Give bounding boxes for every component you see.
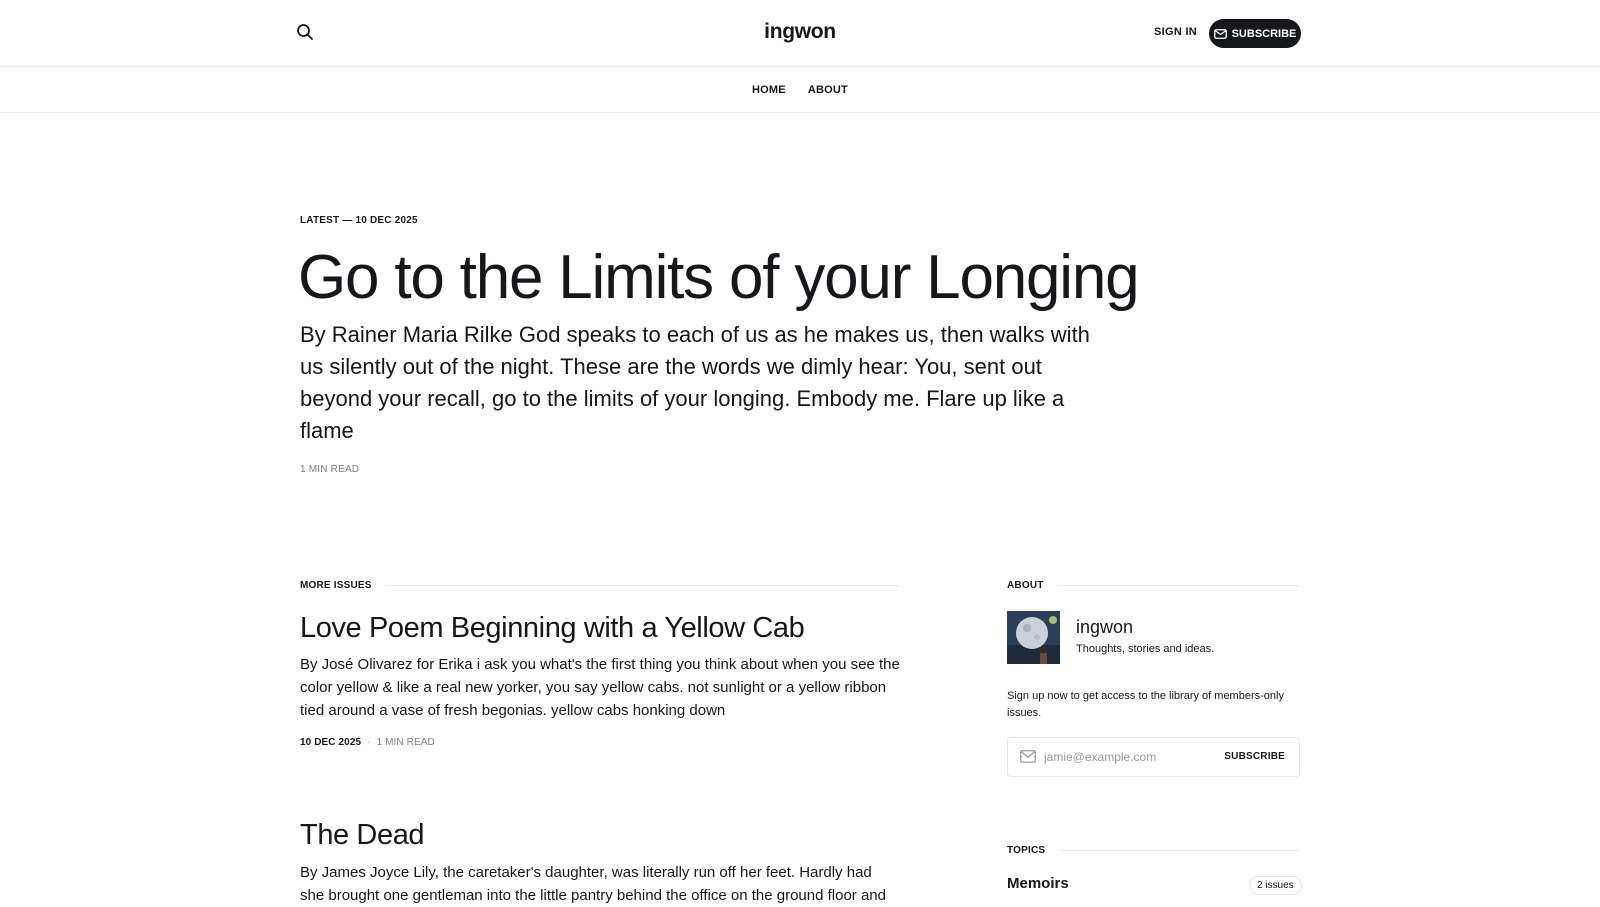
more-issues-label: MORE ISSUES (300, 580, 372, 591)
about-description: Thoughts, stories and ideas. (1076, 643, 1215, 655)
subscribe-form: SUBSCRIBE (1007, 737, 1300, 777)
subscribe-button-label: SUBSCRIBE (1231, 27, 1297, 40)
post-read-time: 1 MIN READ (376, 737, 435, 748)
meta-separator: · (367, 737, 371, 748)
post-date: 10 DEC 2025 (300, 737, 362, 748)
post-title[interactable]: The Dead (300, 817, 425, 853)
hero-meta: LATEST — 10 DEC 2025 (300, 215, 418, 226)
divider (385, 585, 900, 586)
topic-link[interactable]: Memoirs (1007, 875, 1069, 892)
divider (1059, 850, 1300, 851)
hero-title[interactable]: Go to the Limits of your Longing (298, 240, 1140, 316)
hero-read-time: 1 MIN READ (300, 464, 360, 475)
post-excerpt: By James Joyce Lily, the caretaker's dau… (300, 864, 886, 904)
divider (1057, 585, 1300, 586)
main-nav: HOME ABOUT (0, 67, 1600, 113)
about-heading: ABOUT (1007, 580, 1300, 591)
signup-text: Sign up now to get access to the library… (1007, 690, 1284, 719)
about-name: ingwon (1076, 617, 1134, 637)
form-subscribe-button[interactable]: SUBSCRIBE (1224, 751, 1285, 762)
mail-icon (1213, 28, 1227, 39)
avatar (1007, 611, 1060, 664)
post-title[interactable]: Love Poem Beginning with a Yellow Cab (300, 610, 805, 646)
nav-item-about[interactable]: ABOUT (808, 84, 848, 96)
hero-excerpt: By Rainer Maria Rilke God speaks to each… (300, 322, 1090, 443)
email-input[interactable] (1044, 750, 1214, 764)
site-logo[interactable]: ingwon (0, 20, 1600, 44)
post-excerpt: By José Olivarez for Erika i ask you wha… (300, 656, 900, 719)
nav-item-home[interactable]: HOME (752, 84, 786, 96)
topics-heading-label: TOPICS (1007, 845, 1046, 856)
sign-in-link[interactable]: SIGN IN (1154, 26, 1197, 38)
subscribe-button[interactable]: SUBSCRIBE (1209, 19, 1301, 48)
mail-icon (1020, 750, 1036, 764)
post-meta: 10 DEC 2025 · 1 MIN READ (300, 737, 435, 748)
site-header: ingwon SIGN IN SUBSCRIBE (0, 0, 1600, 67)
topics-heading: TOPICS (1007, 845, 1300, 856)
topic-count-badge: 2 issues (1249, 876, 1302, 895)
more-issues-heading: MORE ISSUES (300, 580, 900, 591)
about-heading-label: ABOUT (1007, 580, 1044, 591)
